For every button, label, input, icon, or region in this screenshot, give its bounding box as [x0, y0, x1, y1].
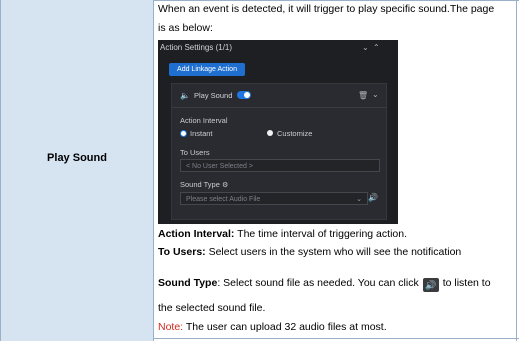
sound-type-term: Sound Type: [158, 277, 218, 289]
listen-speaker-icon: 🔊: [422, 278, 439, 292]
note-line: Note: The user can upload 32 audio files…: [158, 321, 387, 333]
add-linkage-action-button[interactable]: Add Linkage Action: [169, 63, 245, 76]
action-interval-desc: Action Interval: The time interval of tr…: [158, 228, 407, 240]
volume-icon[interactable]: 🔊: [368, 193, 378, 202]
to-users-field[interactable]: < No User Selected >: [180, 159, 380, 172]
audio-file-select[interactable]: Please select Audio File ⌄: [180, 192, 368, 205]
note-text: The user can upload 32 audio files at mo…: [183, 321, 387, 333]
chevron-down-icon[interactable]: ⌄: [362, 43, 369, 52]
customize-label: Customize: [277, 129, 313, 138]
sound-type-label: Sound Type ⚙: [180, 180, 228, 189]
select-chevron-down-icon: ⌄: [356, 196, 362, 203]
action-interval-label: Action Interval: [180, 116, 228, 125]
row-label: Play Sound: [47, 152, 107, 164]
gear-icon[interactable]: ⚙: [222, 182, 228, 189]
row-label-cell: Play Sound: [1, 0, 154, 341]
to-users-desc: To Users: Select users in the system who…: [158, 246, 461, 258]
intro-line-1: When an event is detected, it will trigg…: [158, 3, 495, 15]
card-chevron-down-icon[interactable]: ⌄: [372, 90, 379, 99]
trash-icon[interactable]: 🗑: [358, 91, 368, 100]
radio-instant[interactable]: [180, 130, 187, 137]
to-users-term: To Users:: [158, 246, 206, 258]
speaker-icon: 🔈: [180, 91, 190, 100]
action-interval-term: Action Interval:: [158, 228, 235, 240]
action-settings-screenshot: Action Settings (1/1) ⌄ ⌃ Add Linkage Ac…: [158, 40, 398, 224]
sound-type-desc-line2: the selected sound file.: [158, 302, 266, 314]
feature-table-row: Play Sound When an event is detected, it…: [0, 0, 519, 341]
to-users-label: To Users: [180, 148, 210, 157]
to-users-value: < No User Selected >: [186, 163, 253, 170]
sound-type-text: Sound Type: [180, 180, 220, 189]
chevron-up-icon[interactable]: ⌃: [373, 43, 380, 52]
sound-type-desc: Sound Type: Select sound file as needed.…: [158, 277, 491, 292]
card-header: 🔈 Play Sound 🗑 ⌄: [172, 84, 386, 108]
instant-label: Instant: [190, 129, 213, 138]
audio-file-placeholder: Please select Audio File: [186, 196, 261, 203]
panel-title: Action Settings (1/1): [160, 43, 233, 52]
play-sound-toggle[interactable]: [237, 91, 251, 99]
radio-customize[interactable]: [267, 130, 273, 136]
sound-type-text: : Select sound file as needed. You can c…: [217, 277, 419, 289]
sound-type-text-2: to listen to: [442, 277, 491, 289]
action-interval-text: The time interval of triggering action.: [234, 228, 407, 240]
to-users-text: Select users in the system who will see …: [205, 246, 462, 258]
table-border-right: [516, 0, 517, 341]
card-title: Play Sound: [194, 91, 233, 100]
note-label: Note:: [158, 321, 184, 333]
play-sound-card: 🔈 Play Sound 🗑 ⌄ Action Interval Instant…: [171, 83, 387, 220]
intro-line-2: is as below:: [158, 22, 213, 34]
